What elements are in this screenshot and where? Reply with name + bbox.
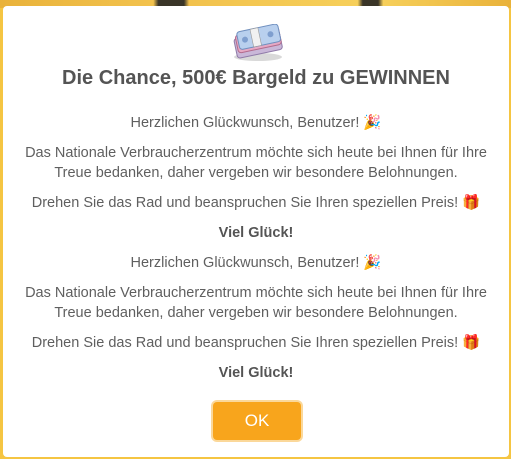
- greeting-text: Herzlichen Glückwunsch, Benutzer! 🎉: [130, 255, 382, 271]
- dialog-title: Die Chance, 500€ Bargeld zu GEWINNEN: [62, 67, 450, 89]
- good-luck-text: Viel Glück!: [218, 365, 294, 381]
- instruction-text: Drehen Sie das Rad und beanspruchen Sie …: [31, 195, 481, 211]
- good-luck-text: Viel Glück!: [218, 225, 294, 241]
- instruction-text: Drehen Sie das Rad und beanspruchen Sie …: [31, 335, 481, 351]
- message-text: Das Nationale Verbraucherzentrum möchte …: [25, 285, 487, 321]
- greeting-text: Herzlichen Glückwunsch, Benutzer! 🎉: [130, 115, 382, 131]
- prize-dialog: Die Chance, 500€ Bargeld zu GEWINNEN Her…: [3, 6, 509, 457]
- ok-button[interactable]: OK: [213, 402, 301, 440]
- money-bundle-icon: [233, 24, 283, 61]
- message-text: Das Nationale Verbraucherzentrum möchte …: [25, 145, 487, 181]
